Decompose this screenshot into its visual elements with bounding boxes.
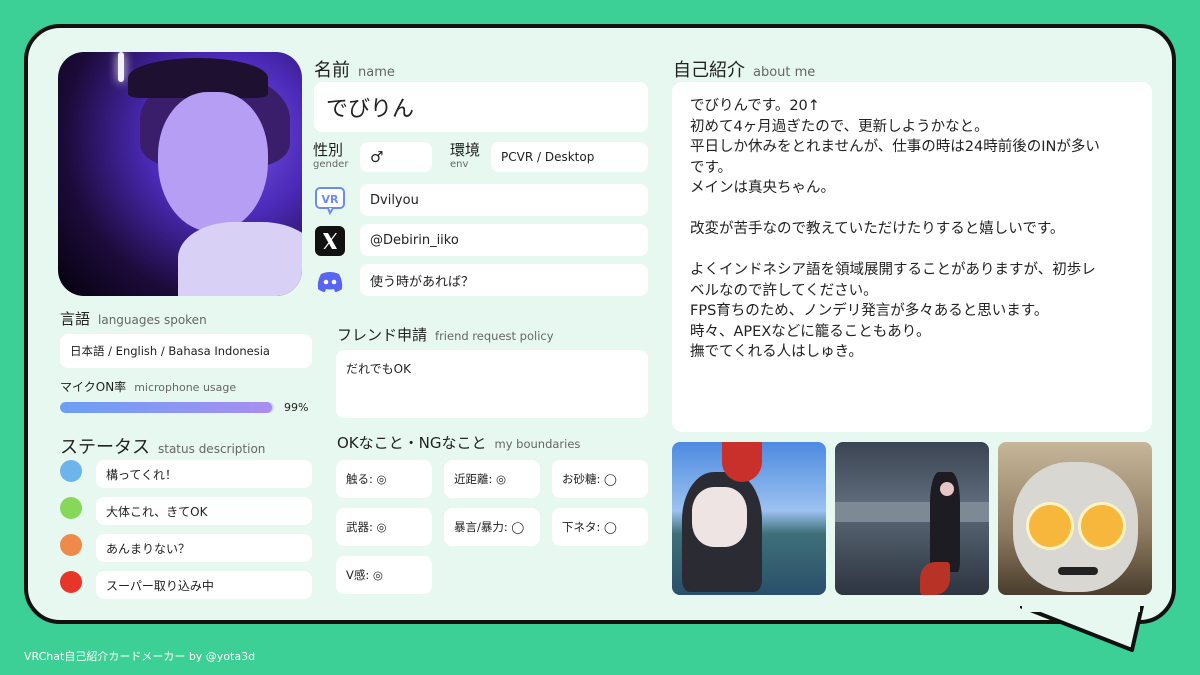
about-line: よくインドネシア語を領域展開することがありますが、初歩レ [690, 262, 1096, 278]
about-line: FPS育ちのため、ノンデリ発言が多々あると思います。 [690, 303, 1049, 319]
vrchat-icon: VR [314, 184, 346, 216]
status-dot-red [60, 571, 82, 593]
gallery-photo-2 [835, 442, 989, 595]
about-line [690, 240, 1134, 261]
about-line: 平日しか休みをとれませんが、仕事の時は24時前後のINが多い [690, 139, 1100, 155]
boundary-item: 暴言/暴力: ◯ [444, 508, 540, 546]
mic-heading: マイクON率 microphone usage [60, 380, 237, 394]
status-dot-blue [60, 460, 82, 482]
boundaries-heading: OKなこと・NGなこと my boundaries [337, 434, 581, 452]
boundary-item: 触る: ◎ [336, 460, 432, 498]
status-item-text: あんまりない？ [96, 534, 312, 562]
svg-text:VR: VR [322, 193, 340, 206]
about-line: です。 [690, 159, 733, 176]
boundary-item: V感: ◎ [336, 556, 432, 594]
discord-value: 使う時があれば？ [360, 264, 648, 296]
status-dot-orange [60, 534, 82, 556]
mic-percent: 99% [284, 401, 309, 414]
boundary-item: お砂糖: ◯ [552, 460, 648, 498]
x-handle: @Debirin_iiko [360, 224, 648, 256]
footer-credit: VRChat自己紹介カードメーカー by @yota3d [24, 650, 256, 663]
status-heading: ステータス status description [60, 437, 266, 458]
about-line: メインは真央ちゃん。 [690, 180, 835, 196]
about-line: 時々、APEXなどに籠ることもあり。 [690, 323, 931, 340]
about-heading: 自己紹介 about me [673, 60, 816, 81]
gallery-photo-3 [998, 442, 1152, 595]
speech-bubble-tail [1020, 606, 1144, 652]
status-item-text: スーパー取り込み中 [96, 571, 312, 599]
about-line: 撫でてくれる人はしゅき。 [690, 344, 863, 360]
status-item-text: 構ってくれ！ [96, 460, 312, 488]
friend-value: だれでもOK [336, 350, 648, 418]
about-line: 初めて4ヶ月過ぎたので、更新しようかなと。 [690, 118, 989, 135]
about-line: ベルなので許してください。 [690, 282, 878, 299]
mic-progress-bar [60, 402, 274, 413]
gender-label: 性別 gender [313, 141, 349, 170]
gender-value: ♂ [360, 142, 432, 172]
name-value: でびりん [314, 82, 648, 132]
boundary-item: 下ネタ: ◯ [552, 508, 648, 546]
name-heading: 名前 name [314, 60, 395, 81]
about-line: 改変が苦手なので教えていただけたりすると嬉しいです。 [690, 221, 1065, 237]
boundary-item: 武器: ◎ [336, 508, 432, 546]
discord-icon [314, 265, 346, 297]
languages-value: 日本語 / English / Bahasa Indonesia [60, 334, 312, 368]
status-item-text: 大体これ、きてOK [96, 497, 312, 525]
avatar-photo [58, 52, 302, 296]
about-line: でびりんです。20↑ [690, 98, 820, 114]
status-dot-green [60, 497, 82, 519]
env-label: 環境 env [450, 141, 481, 170]
mic-progress-fill [60, 402, 272, 413]
friend-heading: フレンド申請 friend request policy [337, 326, 554, 344]
env-value: PCVR / Desktop [491, 142, 648, 172]
x-icon [314, 225, 346, 257]
boundary-item: 近距離: ◎ [444, 460, 540, 498]
languages-heading: 言語 languages spoken [60, 310, 207, 328]
about-line [690, 199, 1134, 220]
vrchat-id: Dvilyou [360, 184, 648, 216]
about-text: でびりんです。20↑ 初めて4ヶ月過ぎたので、更新しようかなと。 平日しか休みを… [672, 82, 1152, 432]
gallery-photo-1 [672, 442, 826, 595]
